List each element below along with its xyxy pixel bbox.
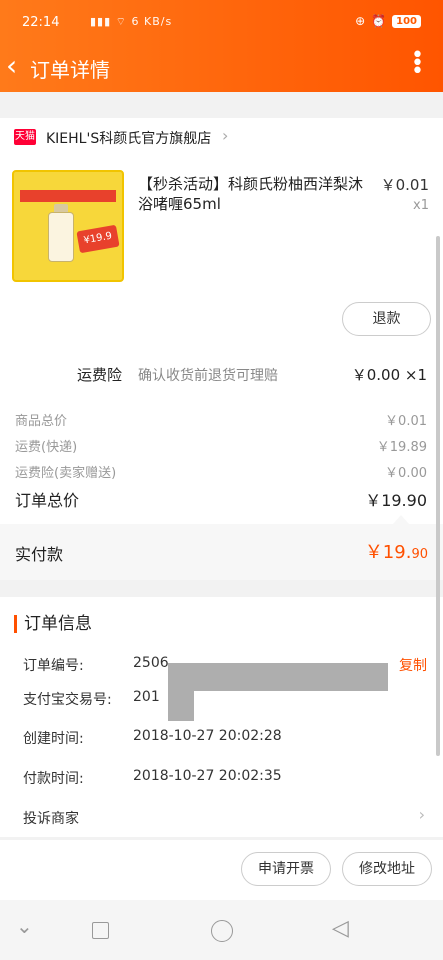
home-icon[interactable] bbox=[211, 920, 233, 942]
order-number-row: 订单编号: 2506 bbox=[23, 655, 169, 674]
alipay-number-row: 支付宝交易号: 201 bbox=[23, 689, 160, 708]
back-triangle-icon[interactable]: ◁ bbox=[332, 916, 349, 941]
chevron-down-icon[interactable]: ⌄ bbox=[16, 914, 33, 938]
paid-amount-row: 实付款 ￥19.90 bbox=[0, 524, 443, 580]
network-speed: ▮▮▮ ⌔ 6 KB/s bbox=[90, 15, 173, 28]
copy-button[interactable]: 复制 bbox=[399, 655, 427, 675]
product-image[interactable]: ¥19.9 bbox=[12, 170, 124, 282]
goods-total-row: 商品总价 ￥0.01 bbox=[15, 414, 427, 429]
change-address-button[interactable]: 修改地址 bbox=[342, 852, 432, 886]
app-header: ‹ 订单详情 • • • bbox=[0, 44, 443, 92]
scrollbar[interactable] bbox=[436, 236, 440, 756]
price-summary: 商品总价 ￥0.01 运费(快递) ￥19.89 运费险(卖家赠送) ￥0.00 订单… bbox=[0, 390, 443, 524]
insurance-fee-row: 运费险(卖家赠送) ￥0.00 bbox=[15, 466, 427, 481]
lock-icon: ⊕ bbox=[355, 14, 366, 28]
recents-icon[interactable] bbox=[92, 922, 109, 939]
chevron-right-icon: › bbox=[222, 126, 229, 145]
paid-value: ￥19.90 bbox=[364, 542, 428, 563]
product-name: 【秒杀活动】科颜氏粉柚西洋梨沐浴啫喱65ml bbox=[138, 175, 364, 213]
notch-decoration bbox=[393, 515, 409, 524]
more-menu-icon[interactable]: • • • bbox=[411, 45, 424, 83]
back-icon[interactable]: ‹ bbox=[6, 52, 17, 80]
signal-icon: ▮▮▮ ⌔ bbox=[90, 15, 132, 28]
page-title: 订单详情 bbox=[30, 58, 110, 82]
redaction-mask bbox=[168, 691, 194, 721]
battery-icon: 100 bbox=[392, 14, 421, 28]
complain-seller-row[interactable]: 投诉商家 bbox=[23, 808, 79, 828]
product-price: ￥0.01 bbox=[380, 176, 429, 194]
alarm-icon: ⏰ bbox=[371, 14, 387, 28]
product-quantity: x1 bbox=[413, 198, 429, 213]
order-info-title: 订单信息 bbox=[14, 615, 92, 633]
created-time-row: 创建时间: 2018-10-27 20:02:28 bbox=[23, 728, 282, 747]
tmall-badge-icon: 天猫 bbox=[14, 129, 36, 145]
shipping-insurance-row: 运费险 确认收货前退货可理赔 ￥0.00 ×1 bbox=[0, 360, 443, 390]
order-info-section: 订单信息 订单编号: 2506 复制 支付宝交易号: 201 创建时间: 2018-1… bbox=[0, 597, 443, 837]
shop-bar[interactable]: 天猫 KIEHL'S科颜氏官方旗舰店 › bbox=[0, 118, 443, 160]
shop-name: KIEHL'S科颜氏官方旗舰店 bbox=[46, 131, 212, 147]
insurance-desc: 确认收货前退货可理赔 bbox=[138, 368, 278, 384]
shipping-fee-row: 运费(快递) ￥19.89 bbox=[15, 440, 427, 455]
chevron-right-icon: › bbox=[418, 805, 425, 824]
bottom-action-bar: 申请开票 修改地址 bbox=[0, 840, 443, 900]
system-nav-bar: ⌄ ◁ bbox=[0, 900, 443, 960]
insurance-label: 运费险 bbox=[77, 366, 123, 384]
redaction-mask bbox=[168, 663, 388, 691]
insurance-value: ￥0.00 ×1 bbox=[351, 366, 427, 384]
refund-button[interactable]: 退款 bbox=[342, 302, 431, 336]
paid-time-row: 付款时间: 2018-10-27 20:02:35 bbox=[23, 768, 282, 787]
status-icons: ⊕ ⏰ 100 bbox=[355, 14, 421, 28]
status-bar: 22:14 ▮▮▮ ⌔ 6 KB/s ⊕ ⏰ 100 bbox=[0, 0, 443, 44]
product-item[interactable]: ¥19.9 【秒杀活动】科颜氏粉柚西洋梨沐浴啫喱65ml ￥0.01 x1 退款 bbox=[0, 160, 443, 360]
status-time: 22:14 bbox=[22, 15, 60, 30]
paid-label: 实付款 bbox=[15, 545, 64, 564]
order-total-row: 订单总价 ￥19.90 bbox=[15, 491, 427, 510]
invoice-button[interactable]: 申请开票 bbox=[241, 852, 331, 886]
